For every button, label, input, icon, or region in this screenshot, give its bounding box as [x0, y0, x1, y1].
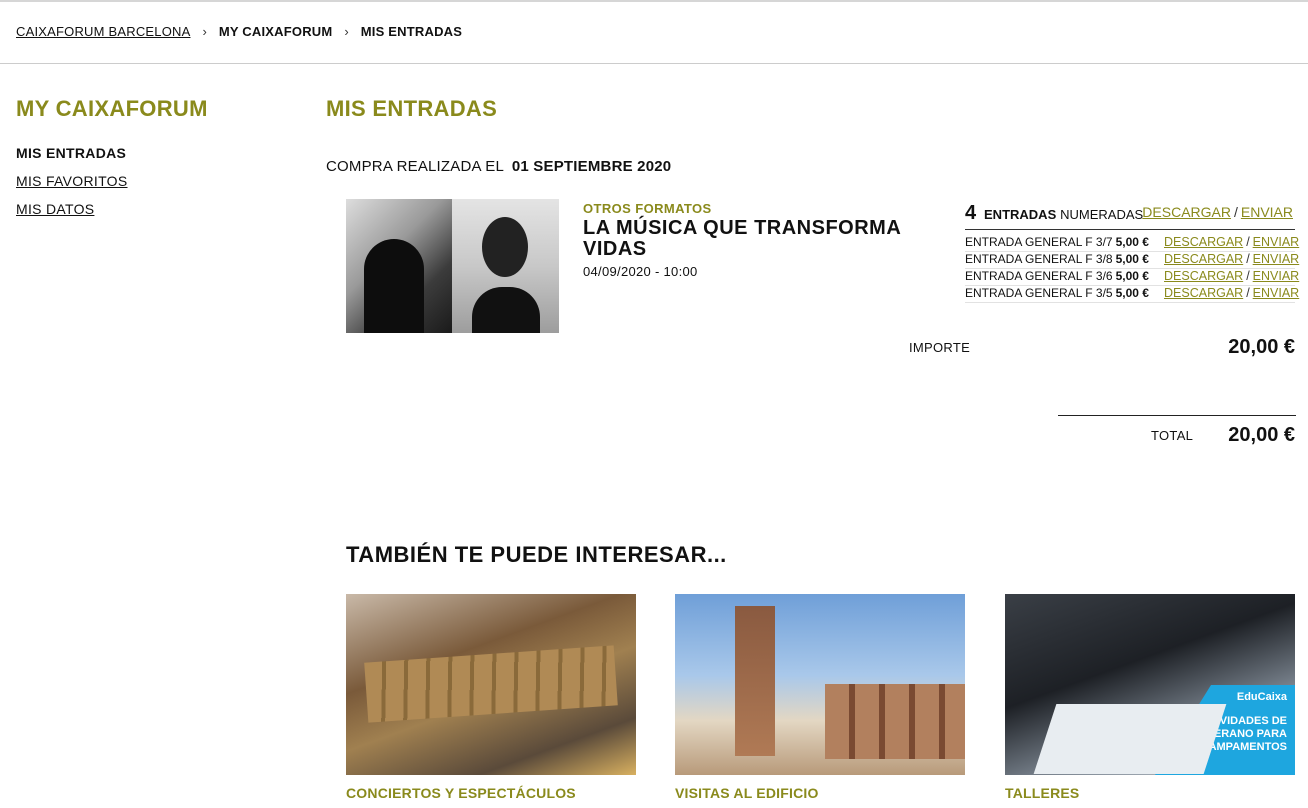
tickets-label: ENTRADAS [984, 207, 1057, 222]
send-ticket-link[interactable]: ENVIAR [1253, 235, 1300, 249]
card-image-workshops[interactable]: EduCaixa ACTIVIDADES DE VERANO PARA CAMP… [1005, 594, 1295, 775]
ticket-name: ENTRADA GENERAL F 3/8 [965, 252, 1113, 266]
sidebar-nav: MIS ENTRADAS MIS FAVORITOS MIS DATOS [16, 145, 128, 229]
event-image[interactable] [346, 199, 559, 333]
event-photo-conductor [346, 199, 452, 333]
send-all-link[interactable]: ENVIAR [1241, 204, 1293, 220]
download-ticket-link[interactable]: DESCARGAR [1164, 235, 1243, 249]
total-value: 20,00 € [1228, 424, 1295, 446]
chevron-right-icon: › [202, 24, 207, 39]
ticket-name: ENTRADA GENERAL F 3/6 [965, 269, 1113, 283]
sidebar-title: MY CAIXAFORUM [16, 96, 208, 121]
total-divider [1058, 415, 1296, 416]
purchase-label: COMPRA REALIZADA EL [326, 158, 504, 175]
ticket-price: 5,00 € [1115, 286, 1149, 300]
breadcrumb-current: MIS ENTRADAS [360, 24, 463, 39]
recommendations-title: TAMBIÉN TE PUEDE INTERESAR... [346, 542, 727, 567]
event-category: OTROS FORMATOS [583, 201, 712, 216]
card-label[interactable]: CONCIERTOS Y ESPECTÁCULOS [346, 785, 636, 801]
badge-text: ACTIVIDADES DE VERANO PARA CAMPAMENTOS [1194, 715, 1287, 753]
total-label: TOTAL [1151, 428, 1194, 443]
download-ticket-link[interactable]: DESCARGAR [1164, 269, 1243, 283]
download-ticket-link[interactable]: DESCARGAR [1164, 252, 1243, 266]
send-ticket-link[interactable]: ENVIAR [1253, 252, 1300, 266]
sidebar-item-mis-entradas[interactable]: MIS ENTRADAS [16, 145, 128, 173]
chevron-right-icon: › [344, 24, 349, 39]
sidebar-item-mis-favoritos[interactable]: MIS FAVORITOS [16, 173, 128, 201]
ticket-price: 5,00 € [1115, 235, 1149, 249]
breadcrumb: CAIXAFORUM BARCELONA › MY CAIXAFORUM › M… [16, 24, 462, 39]
purchase-info: COMPRA REALIZADA EL 01 SEPTIEMBRE 2020 [326, 158, 671, 175]
card-label[interactable]: TALLERES [1005, 785, 1295, 801]
importe-label: IMPORTE [909, 340, 971, 355]
download-all-link[interactable]: DESCARGAR [1142, 204, 1231, 220]
tickets-type: NUMERADAS [1060, 207, 1144, 222]
tickets-actions: DESCARGAR / ENVIAR [1142, 204, 1293, 220]
breadcrumb-item-my-caixaforum[interactable]: MY CAIXAFORUM [219, 24, 333, 39]
ticket-row: ENTRADA GENERAL F 3/7 5,00 € DESCARGAR / EN… [965, 235, 1299, 252]
ticket-row: ENTRADA GENERAL F 3/8 5,00 € DESCARGAR / EN… [965, 252, 1299, 269]
card-label[interactable]: VISITAS AL EDIFICIO [675, 785, 965, 801]
ticket-list: ENTRADA GENERAL F 3/7 5,00 € DESCARGAR / EN… [965, 235, 1299, 303]
event-datetime: 04/09/2020 - 10:00 [583, 264, 698, 279]
recommendation-card[interactable]: VISITAS AL EDIFICIO [675, 594, 965, 801]
header-divider [0, 63, 1308, 64]
ticket-price: 5,00 € [1115, 252, 1149, 266]
ticket-row: ENTRADA GENERAL F 3/6 5,00 € DESCARGAR / EN… [965, 269, 1299, 286]
event-photo-portrait [452, 199, 559, 333]
send-ticket-link[interactable]: ENVIAR [1253, 269, 1300, 283]
ticket-count: 4 [965, 202, 977, 224]
ticket-name: ENTRADA GENERAL F 3/7 [965, 235, 1113, 249]
importe-value: 20,00 € [1228, 336, 1295, 358]
event-title[interactable]: LA MÚSICA QUE TRANSFORMA VIDAS [583, 218, 913, 260]
ticket-row: ENTRADA GENERAL F 3/5 5,00 € DESCARGAR / EN… [965, 286, 1299, 303]
card-image-building-visits[interactable] [675, 594, 965, 775]
card-image-concerts[interactable] [346, 594, 636, 775]
ticket-name: ENTRADA GENERAL F 3/5 [965, 286, 1113, 300]
recommendation-card[interactable]: CONCIERTOS Y ESPECTÁCULOS [346, 594, 636, 801]
ticket-price: 5,00 € [1115, 269, 1149, 283]
educaixa-badge: EduCaixa ACTIVIDADES DE VERANO PARA CAMP… [1155, 685, 1295, 775]
tickets-header: 4 ENTRADAS NUMERADAS DESCARGAR / ENVIAR [965, 202, 1295, 230]
download-ticket-link[interactable]: DESCARGAR [1164, 286, 1243, 300]
send-ticket-link[interactable]: ENVIAR [1253, 286, 1300, 300]
page-title: MIS ENTRADAS [326, 96, 498, 121]
purchase-date: 01 SEPTIEMBRE 2020 [511, 158, 672, 175]
educaixa-logo: EduCaixa [1236, 691, 1287, 703]
breadcrumb-link-caixaforum-barcelona[interactable]: CAIXAFORUM BARCELONA [16, 24, 190, 39]
sidebar-item-mis-datos[interactable]: MIS DATOS [16, 201, 128, 229]
top-border [0, 0, 1308, 2]
recommendation-card[interactable]: EduCaixa ACTIVIDADES DE VERANO PARA CAMP… [1005, 594, 1295, 801]
